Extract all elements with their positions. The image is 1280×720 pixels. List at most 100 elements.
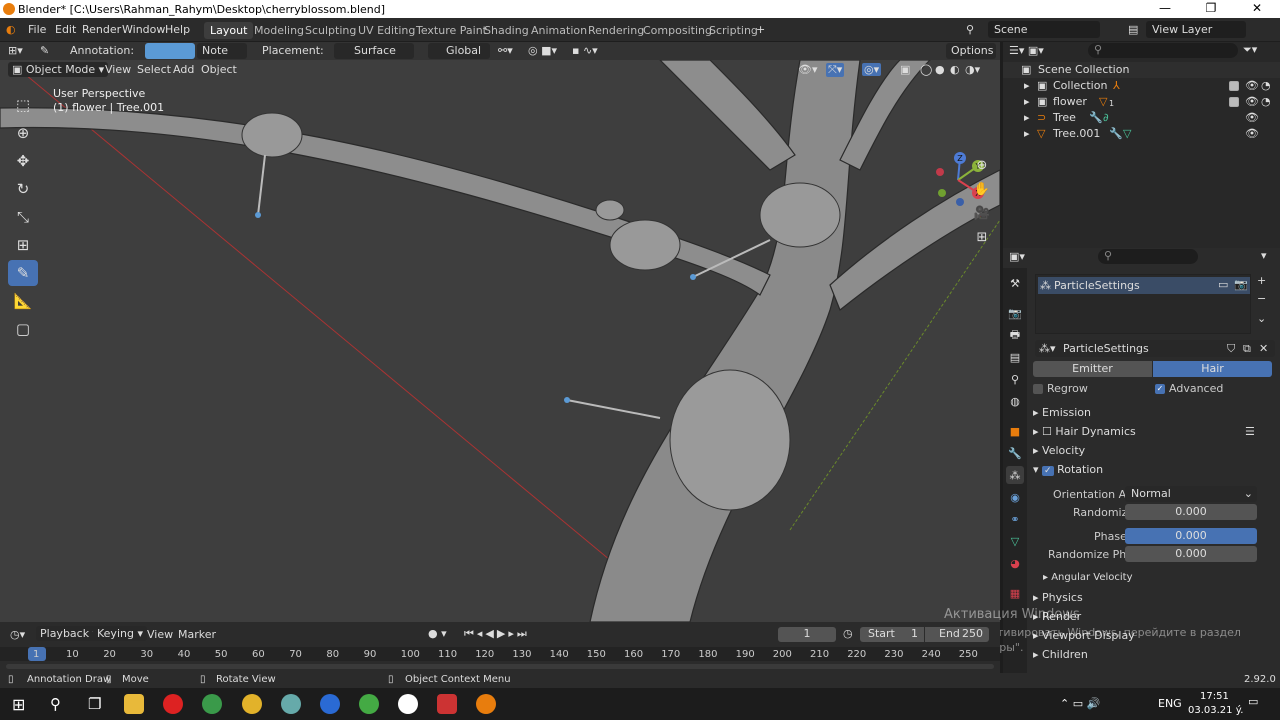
app-icon[interactable] xyxy=(281,694,301,714)
slot-menu-icon[interactable]: ⌄ xyxy=(1257,312,1266,325)
visibility-eye-icon[interactable]: 👁 xyxy=(1245,127,1259,140)
visibility-icon[interactable]: 👁▾ xyxy=(798,63,818,76)
orientation-dropdown[interactable]: Global xyxy=(428,43,490,59)
duplicate-icon[interactable]: ⧉ xyxy=(1243,342,1251,356)
select-tool-icon[interactable]: ⬚ xyxy=(8,92,38,118)
exclude-checkbox[interactable] xyxy=(1229,81,1239,91)
section-physics[interactable]: ▸ Physics xyxy=(1033,591,1083,604)
properties-editor-icon[interactable]: ▣▾ xyxy=(1009,250,1025,263)
visibility-eye-icon[interactable]: 👁 xyxy=(1245,111,1259,124)
viewport-menu-add[interactable]: Add xyxy=(173,63,194,76)
outliner-item-tree-001[interactable]: ▸ ▽ Tree.001 🔧 ▽ 👁 xyxy=(1003,126,1280,142)
cursor-tool-icon[interactable]: ⊕ xyxy=(8,120,38,146)
file-explorer-icon[interactable] xyxy=(124,694,144,714)
record-icon[interactable]: ● ▾ xyxy=(428,627,447,640)
pan-hand-icon[interactable]: ✋ xyxy=(971,178,993,200)
material-tab-icon[interactable]: ◕ xyxy=(1006,554,1024,572)
notification-icon[interactable]: ▭ xyxy=(1248,695,1258,708)
fake-user-icon[interactable]: ⛉ xyxy=(1227,342,1235,356)
section-velocity[interactable]: ▸ Velocity xyxy=(1033,444,1085,457)
render-tab-icon[interactable]: 📷 xyxy=(1006,304,1024,322)
phase-field[interactable]: 0.000 xyxy=(1125,528,1257,544)
scene-selector[interactable]: Scene xyxy=(988,21,1100,38)
maximize-button[interactable]: ❐ xyxy=(1188,0,1234,18)
randomize-field[interactable]: 0.000 xyxy=(1125,504,1257,520)
perspective-grid-icon[interactable]: ⊞ xyxy=(971,226,993,248)
end-frame-field[interactable]: End 250 xyxy=(925,627,989,642)
expand-arrow-icon[interactable]: ▸ xyxy=(1024,79,1030,92)
viewport-menu-object[interactable]: Object xyxy=(201,63,237,76)
stabilizer-icon[interactable]: ▪ ∿▾ xyxy=(572,44,598,57)
outliner-filter-icon[interactable]: ⏷▾ xyxy=(1243,43,1257,57)
close-button[interactable]: ✕ xyxy=(1234,0,1280,18)
properties-options-icon[interactable]: ▾ xyxy=(1261,249,1267,262)
view-layer-tab-icon[interactable]: ▤ xyxy=(1006,348,1024,366)
timeline-menu-view[interactable]: View xyxy=(147,628,173,641)
modifier-tab-icon[interactable]: 🔧 xyxy=(1006,444,1024,462)
list-options-icon[interactable]: ☰ xyxy=(1245,425,1255,438)
output-tab-icon[interactable]: 🖶 xyxy=(1006,326,1024,344)
advanced-checkbox[interactable]: ✓ xyxy=(1155,384,1165,394)
shading-material-icon[interactable]: ◐ xyxy=(950,63,960,76)
tool-tab-icon[interactable]: ⚒ xyxy=(1006,274,1024,292)
placement-dropdown[interactable]: Surface xyxy=(334,43,414,59)
viewport-menu-select[interactable]: Select xyxy=(137,63,171,76)
viewport-menu-view[interactable]: View xyxy=(105,63,131,76)
input-language[interactable]: ENG xyxy=(1158,697,1182,710)
unlink-icon[interactable]: ✕ xyxy=(1259,342,1268,355)
type-emitter-button[interactable]: Emitter xyxy=(1033,361,1152,377)
outliner-scene-collection[interactable]: ▣ Scene Collection xyxy=(1003,62,1280,78)
exclude-checkbox[interactable] xyxy=(1229,97,1239,107)
constraints-tab-icon[interactable]: ⚭ xyxy=(1006,510,1024,528)
outliner-item-tree[interactable]: ▸ ⊃ Tree 🔧 ∂ 👁 xyxy=(1003,110,1280,126)
rotation-enable-checkbox[interactable]: ✓ xyxy=(1042,466,1054,476)
keying-menu[interactable]: Keying ▾ xyxy=(93,626,147,641)
measure-tool-icon[interactable]: 📐 xyxy=(8,288,38,314)
start-frame-field[interactable]: Start 1 xyxy=(860,627,924,642)
timeline-scrollbar[interactable] xyxy=(6,664,994,669)
particle-settings-datablock[interactable]: ⁂▾ ParticleSettings ⛉ ⧉ ✕ xyxy=(1035,340,1275,357)
outliner-item-collection[interactable]: ▸ ▣ Collection ⅄ 👁 ◔ xyxy=(1003,78,1280,94)
camera-view-icon[interactable]: 🎥 xyxy=(971,202,993,224)
section-rotation[interactable]: ▾ ✓ Rotation xyxy=(1033,463,1103,476)
physics-tab-icon[interactable]: ◉ xyxy=(1006,488,1024,506)
orientation-axis-dropdown[interactable]: Normal ⌄ xyxy=(1125,486,1257,502)
rotate-tool-icon[interactable]: ↻ xyxy=(8,176,38,202)
annotation-color-swatch[interactable] xyxy=(145,43,195,59)
randomize-phase-field[interactable]: 0.000 xyxy=(1125,546,1257,562)
current-frame-field[interactable]: 1 xyxy=(778,627,836,642)
playback-controls[interactable]: ⏮◂◀▶▸⏭ xyxy=(464,627,530,641)
object-tab-icon[interactable]: ■ xyxy=(1006,422,1024,440)
menu-help[interactable]: Help xyxy=(165,23,190,36)
outliner-search-input[interactable]: ⚲ xyxy=(1088,43,1238,58)
windows-start-icon[interactable]: ⊞ xyxy=(12,695,25,714)
search-icon[interactable]: ⚲ xyxy=(50,695,61,713)
visibility-eye-icon[interactable]: 👁 xyxy=(1245,95,1259,108)
torrent-icon[interactable] xyxy=(359,694,379,714)
clock-date[interactable]: 03.03.21 ý. xyxy=(1188,705,1243,716)
xray-icon[interactable]: ▣ xyxy=(900,63,910,76)
scene-tab-icon[interactable]: ⚲ xyxy=(1006,370,1024,388)
3d-viewport[interactable]: ▣ Object Mode ▾ View Select Add Object 👁… xyxy=(0,60,1000,622)
menu-render[interactable]: Render xyxy=(82,23,121,36)
regrow-checkbox[interactable] xyxy=(1033,384,1043,394)
recorder-app-icon[interactable] xyxy=(163,694,183,714)
section-emission[interactable]: ▸ Emission xyxy=(1033,406,1091,419)
obs-icon[interactable] xyxy=(398,694,418,714)
blender-menu-icon[interactable]: ◐ xyxy=(6,23,16,36)
shading-rendered-icon[interactable]: ◑▾ xyxy=(965,63,980,76)
imo-icon[interactable] xyxy=(320,694,340,714)
zoom-icon[interactable]: ⊕ xyxy=(971,154,993,176)
section-children[interactable]: ▸ Children xyxy=(1033,648,1088,661)
add-workspace-button[interactable]: + xyxy=(756,23,765,36)
expand-arrow-icon[interactable]: ▸ xyxy=(1024,95,1030,108)
move-tool-icon[interactable]: ✥ xyxy=(8,148,38,174)
scale-tool-icon[interactable]: ⤡ xyxy=(8,204,38,230)
overlay-toggle-icon[interactable]: ◎▾ xyxy=(862,63,882,76)
outliner-item-flower[interactable]: ▸ ▣ flower ▽ 1 👁 ◔ xyxy=(1003,94,1280,110)
data-tab-icon[interactable]: ▽ xyxy=(1006,532,1024,550)
section-angular-velocity[interactable]: ▸ Angular Velocity xyxy=(1043,572,1133,583)
section-hair-dynamics[interactable]: ▸ ☐ Hair Dynamics xyxy=(1033,425,1136,438)
render-camera-icon[interactable]: ◔ xyxy=(1261,79,1271,92)
timeline-editor-icon[interactable]: ◷▾ xyxy=(10,628,25,641)
